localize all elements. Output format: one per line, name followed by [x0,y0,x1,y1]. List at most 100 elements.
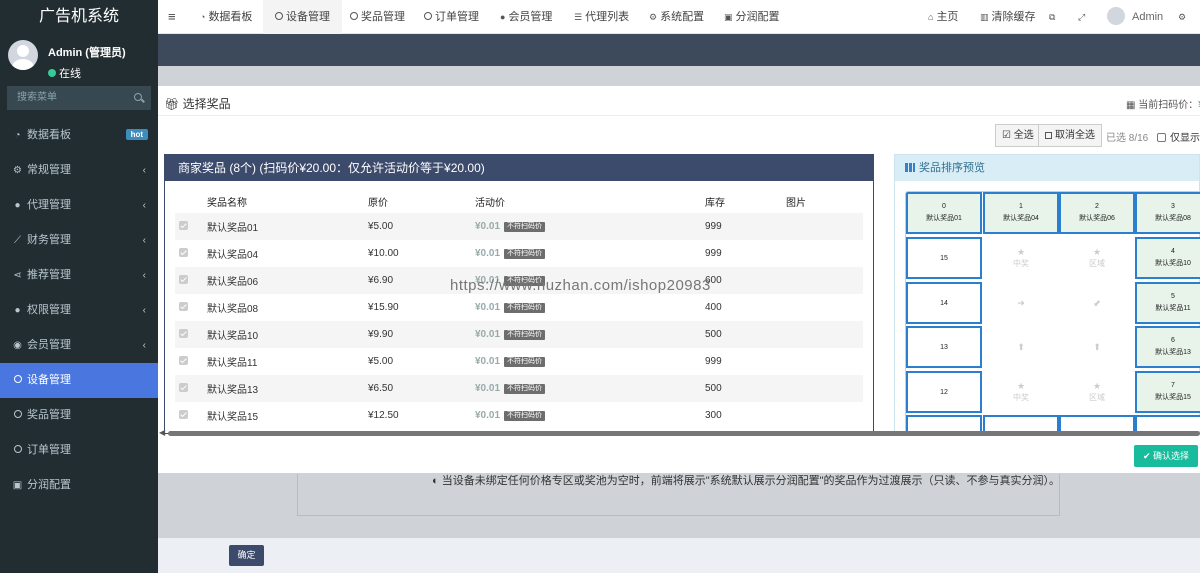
sidebar-item-profit[interactable]: ▣ 分润配置 [0,468,158,503]
grid-cell[interactable] [1135,415,1200,431]
gear-icon: ⚙ [649,12,658,22]
row-checkbox[interactable] [175,294,207,321]
content-header-bar [158,34,1200,66]
grid-cell[interactable]: 7 默认奖品15 [1135,371,1200,413]
user-status: 在线 [48,65,158,81]
grid-cell[interactable] [1059,415,1135,431]
star-icon: ★ [1016,381,1026,391]
center-area: ⬆ [1062,327,1132,367]
settings-button[interactable]: ⚙ [1178,0,1189,34]
tab-system-config[interactable]: ⚙ 系统配置 [649,0,704,34]
sidebar-item-member[interactable]: ◉ 会员管理 ‹ [0,328,158,363]
grid-cell[interactable]: 3 默认奖品08 [1135,192,1200,234]
sidebar-item-label: 权限管理 [27,304,71,316]
scroll-left-icon[interactable]: ◀ [159,428,165,437]
center-area: ★ 区域 [1062,372,1132,412]
horizontal-scrollbar[interactable] [168,431,1200,436]
tab-label: 会员管理 [508,11,553,23]
confirm-select-button[interactable]: ✔ 确认选择 [1134,445,1198,467]
background-note: ◐ 当设备未绑定任何价格专区或奖池为空时，前端将展示"系统默认展示分润配置"的奖… [432,472,1060,488]
star-icon: ★ [1016,247,1026,257]
table-row[interactable]: 默认奖品01 ¥5.00 ¥0.01 不符扫码价 999 [175,213,863,240]
sidebar-item-referral[interactable]: ⋖ 推荐管理 ‹ [0,258,158,293]
online-dot-icon [48,69,56,77]
tab-profit-config[interactable]: ▣ 分润配置 [724,0,780,34]
sidebar-item-permission[interactable]: ● 权限管理 ‹ [0,293,158,328]
tab-device[interactable]: 设备管理 [263,0,342,34]
cell-index: 14 [940,299,948,307]
menu-toggle-button[interactable]: ≡ [168,0,176,34]
row-checkbox[interactable] [175,402,207,429]
table-row[interactable]: 默认奖品08 ¥15.90 ¥0.01 不符扫码价 400 [175,294,863,321]
money-icon: ▣ [724,12,733,22]
confirm-button[interactable]: 确定 [229,545,264,566]
grid-cell[interactable]: 12 [906,371,982,413]
prize-name: 默认奖品13 [207,375,368,402]
table-row[interactable]: 默认奖品13 ¥6.50 ¥0.01 不符扫码价 500 [175,375,863,402]
prize-price: ¥5.00 [368,213,475,240]
grid-cell[interactable] [906,415,982,431]
grid-cell[interactable]: 15 [906,237,982,279]
table-row[interactable]: 默认奖品15 ¥12.50 ¥0.01 不符扫码价 300 [175,402,863,429]
tab-prize[interactable]: 奖品管理 [350,0,405,34]
row-checkbox[interactable] [175,348,207,375]
sidebar-item-finance[interactable]: ⟋ 财务管理 ‹ [0,223,158,258]
row-checkbox[interactable] [175,213,207,240]
deselect-all-button[interactable]: 取消全选 [1038,124,1102,147]
fullscreen-button[interactable]: ⤢ [1078,0,1088,34]
sidebar-item-agent[interactable]: ● 代理管理 ‹ [0,188,158,223]
sidebar-item-dashboard[interactable]: ◔ 数据看板 hot [0,118,158,153]
grid-cell[interactable]: 1 默认奖品04 [983,192,1059,234]
grid-cell[interactable]: 5 默认奖品11 [1135,282,1200,324]
cell-prize-name: 默认奖品10 [1155,260,1191,267]
user-status-text: 在线 [59,68,81,80]
grid-cell[interactable]: 4 默认奖品10 [1135,237,1200,279]
sidebar-item-device[interactable]: 设备管理 [0,363,158,398]
only-show-checkbox[interactable]: 仅显示 [1157,129,1200,144]
grid-cell[interactable] [983,415,1059,431]
row-checkbox[interactable] [175,267,207,294]
checkbox-checked-icon [179,301,188,311]
app-logo[interactable]: 广告机系统 [0,0,158,34]
price-mismatch-badge: 不符扫码价 [504,330,546,340]
grid-cell[interactable]: 2 默认奖品06 [1059,192,1135,234]
home-link[interactable]: ⌂ 主页 [928,0,958,34]
row-checkbox[interactable] [175,240,207,267]
select-all-button[interactable]: ☑ 全选 [995,124,1041,147]
row-checkbox[interactable] [175,321,207,348]
translate-icon: ⧉ [1049,12,1056,22]
search-input[interactable]: 搜索菜单 [7,86,151,110]
tab-order[interactable]: 订单管理 [424,0,479,34]
grid-cell[interactable]: 14 [906,282,982,324]
grid-cell[interactable]: 6 默认奖品13 [1135,326,1200,368]
checkbox-checked-icon [179,247,188,257]
checkbox-checked-icon [179,382,188,392]
sidebar-item-prize[interactable]: 奖品管理 [0,398,158,433]
grid-cell[interactable]: 13 [906,326,982,368]
price-mismatch-badge: 不符扫码价 [504,249,546,259]
tab-dashboard[interactable]: ◔ 数据看板 [200,0,252,34]
table-row[interactable]: 默认奖品10 ¥9.90 ¥0.01 不符扫码价 500 [175,321,863,348]
sidebar-item-general[interactable]: ⚙ 常规管理 ‹ [0,153,158,188]
activity-price-value: ¥0.01 [475,356,501,367]
grid-cell[interactable]: 0 默认奖品01 [906,192,982,234]
cell-prize-name: 默认奖品01 [926,215,962,222]
prize-image [786,348,863,375]
admin-menu[interactable]: Admin [1107,0,1163,34]
prize-activity-price: ¥0.01 不符扫码价 [475,294,705,321]
sidebar-item-order[interactable]: 订单管理 [0,433,158,468]
star-icon: ★ [1092,381,1102,391]
prize-table: 奖品名称 原价 活动价 库存 图片 默认奖品01 ¥5.00 ¥0.01 不符扫码价 9… [175,189,863,429]
column-header-name: 奖品名称 [207,197,247,209]
table-row[interactable]: 默认奖品04 ¥10.00 ¥0.01 不符扫码价 999 [175,240,863,267]
clear-cache-button[interactable]: ▥ 清除缓存 [980,0,1036,34]
tab-agent-list[interactable]: ☰ 代理列表 [574,0,629,34]
prize-order-preview-panel: 奖品排序预览 0 默认奖品01 1 默认奖品04 2 默认奖品06 3 默认奖品08 4 默认奖品… [894,154,1200,434]
translate-button[interactable]: ⧉ [1049,0,1058,34]
search-icon[interactable] [134,93,142,101]
table-row[interactable]: 默认奖品11 ¥5.00 ¥0.01 不符扫码价 999 [175,348,863,375]
form-footer [158,538,1200,573]
row-checkbox[interactable] [175,375,207,402]
circle-icon [12,363,23,398]
tab-member[interactable]: ● 会员管理 [500,0,552,34]
